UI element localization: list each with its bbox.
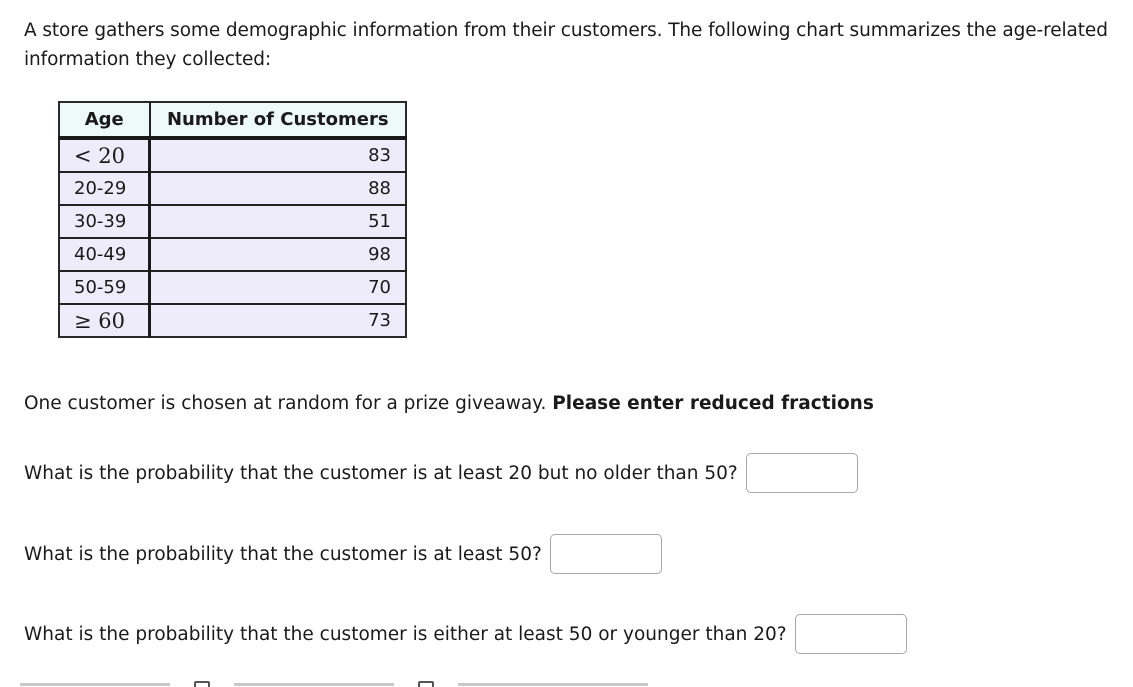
header-number-of-customers: Number of Customers <box>149 102 406 140</box>
answer-2-input[interactable] <box>549 534 662 574</box>
table-row: < 20 83 <box>59 138 406 172</box>
message-icon[interactable] <box>418 681 434 687</box>
age-cell: 50-59 <box>59 270 151 304</box>
age-distribution-table: Age Number of Customers < 20 83 20-29 88… <box>58 101 407 338</box>
count-cell: 73 <box>149 303 406 337</box>
instruction-text: One customer is chosen at random for a p… <box>24 393 874 414</box>
help-link-clipped[interactable] <box>234 683 394 686</box>
question-2: What is the probability that the custome… <box>24 534 662 574</box>
count-cell: 88 <box>149 171 406 205</box>
help-label-clipped <box>20 683 170 686</box>
question-1: What is the probability that the custome… <box>24 453 858 493</box>
count-cell: 51 <box>149 204 406 238</box>
header-age: Age <box>59 102 151 140</box>
table-row: 40-49 98 <box>59 237 406 271</box>
instruction-plain: One customer is chosen at random for a p… <box>24 393 547 414</box>
answer-1-input[interactable] <box>745 453 858 493</box>
table-row: ≥ 60 73 <box>59 303 406 337</box>
question-2-text: What is the probability that the custome… <box>24 543 542 565</box>
count-cell: 98 <box>149 237 406 271</box>
table-row: 20-29 88 <box>59 171 406 205</box>
age-cell: 20-29 <box>59 171 151 205</box>
count-cell: 70 <box>149 270 406 304</box>
question-3: What is the probability that the custome… <box>24 614 907 654</box>
question-3-text: What is the probability that the custome… <box>24 623 787 645</box>
count-cell: 83 <box>149 138 406 172</box>
age-cell: < 20 <box>59 138 151 172</box>
table-row: 50-59 70 <box>59 270 406 304</box>
age-cell: 40-49 <box>59 237 151 271</box>
question-help-bar <box>20 680 648 687</box>
answer-3-input[interactable] <box>794 614 907 654</box>
question-1-text: What is the probability that the custome… <box>24 462 738 484</box>
age-cell: ≥ 60 <box>59 303 151 337</box>
document-icon[interactable] <box>194 681 210 687</box>
table-header-row: Age Number of Customers <box>59 102 406 140</box>
age-cell: 30-39 <box>59 204 151 238</box>
table-row: 30-39 51 <box>59 204 406 238</box>
instruction-bold: Please enter reduced fractions <box>552 393 874 414</box>
help-link-clipped[interactable] <box>458 683 648 686</box>
problem-intro: A store gathers some demographic informa… <box>24 20 1108 70</box>
